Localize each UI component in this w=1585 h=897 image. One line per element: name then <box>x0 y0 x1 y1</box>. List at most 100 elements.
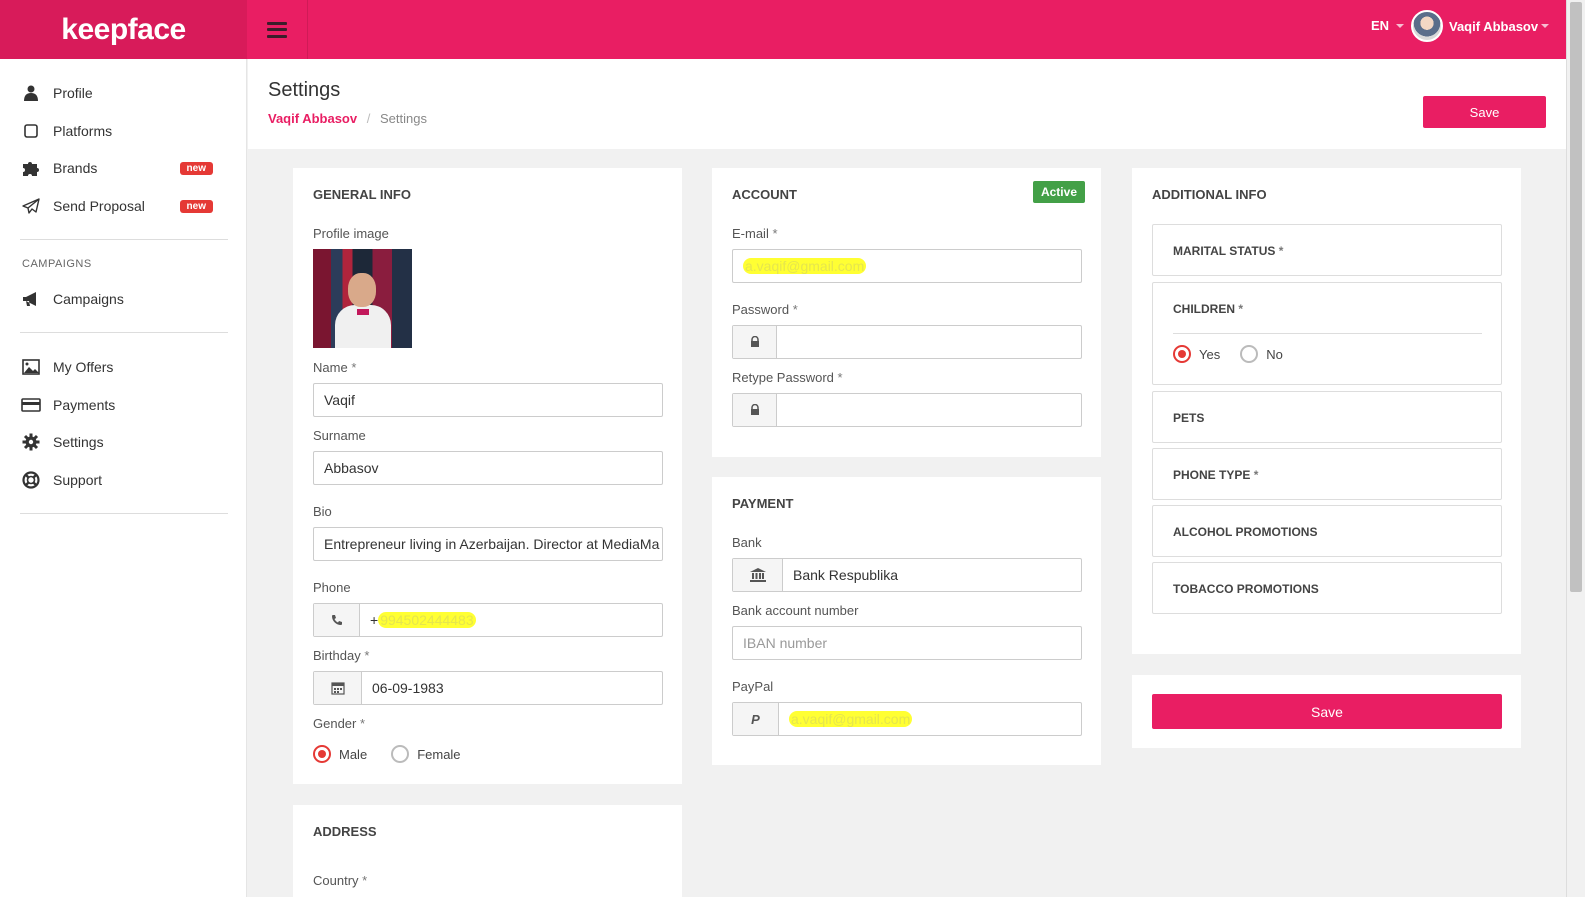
sidebar-item-campaigns[interactable]: Campaigns <box>21 287 216 311</box>
profile-image-label: Profile image <box>313 226 389 241</box>
password-input[interactable] <box>777 326 1081 358</box>
bank-account-label: Bank account number <box>732 603 859 618</box>
new-badge: new <box>179 199 213 213</box>
save-button-bottom[interactable]: Save <box>1152 694 1502 729</box>
additional-info-card: ADDITIONAL INFO MARITAL STATUS * CHILDRE… <box>1132 168 1521 654</box>
square-icon <box>21 121 41 141</box>
panel-title: PHONE TYPE * <box>1173 468 1259 482</box>
bank-field[interactable]: Bank Respublika <box>732 558 1082 592</box>
gender-radio-group: Male Female <box>313 745 461 763</box>
page-scrollbar[interactable] <box>1566 0 1585 897</box>
sidebar-item-platforms[interactable]: Platforms <box>21 119 216 143</box>
account-card: ACCOUNT Active E-mail * a.vaqif@gmail.co… <box>712 168 1101 457</box>
language-selector[interactable]: EN <box>1371 18 1405 33</box>
phone-value-redacted: 994502444483 <box>378 612 476 628</box>
surname-label: Surname <box>313 428 366 443</box>
panel-title: TOBACCO PROMOTIONS <box>1173 582 1319 596</box>
divider <box>1173 333 1482 334</box>
life-ring-icon <box>21 470 41 490</box>
page-title: Settings <box>268 79 341 101</box>
birthday-field[interactable]: 06-09-1983 <box>313 671 663 705</box>
sidebar-item-my-offers[interactable]: My Offers <box>21 355 216 379</box>
sidebar-item-label: Platforms <box>53 123 113 139</box>
sidebar-item-send-proposal[interactable]: Send Proposal new <box>21 194 216 218</box>
gender-male-radio[interactable] <box>313 745 331 763</box>
name-input[interactable]: Vaqif <box>313 383 663 417</box>
lock-icon <box>733 394 777 426</box>
calendar-icon <box>314 672 362 704</box>
divider <box>20 239 228 240</box>
phone-field[interactable]: +994502444483 <box>313 603 663 637</box>
hamburger-icon <box>267 21 287 38</box>
lock-icon <box>733 326 777 358</box>
address-card: ADDRESS Country * <box>293 805 682 897</box>
password-field[interactable] <box>732 325 1082 359</box>
scrollbar-thumb[interactable] <box>1570 2 1582 592</box>
panel-title: PETS <box>1173 411 1205 425</box>
phone-input[interactable]: +994502444483 <box>360 604 662 636</box>
sidebar-item-label: Send Proposal <box>53 198 145 214</box>
gender-female-radio[interactable] <box>391 745 410 763</box>
credit-card-icon <box>21 395 41 415</box>
card-title: ADDITIONAL INFO <box>1152 187 1267 202</box>
breadcrumb-user-link[interactable]: Vaqif Abbasov <box>268 111 357 126</box>
user-menu[interactable]: Vaqif Abbasov <box>1411 10 1550 42</box>
surname-input[interactable]: Abbasov <box>313 451 663 485</box>
divider <box>20 332 228 333</box>
gender-male-label: Male <box>339 746 368 762</box>
card-title: ADDRESS <box>313 824 377 839</box>
paypal-value-redacted: a.vaqif@gmail.com <box>789 711 913 727</box>
bank-label: Bank <box>732 535 762 550</box>
phone-type-panel[interactable]: PHONE TYPE * <box>1152 448 1502 500</box>
save-button[interactable]: Save <box>1423 96 1546 128</box>
password-label: Password * <box>732 302 798 317</box>
profile-image[interactable] <box>313 249 412 348</box>
breadcrumb: Vaqif Abbasov / Settings <box>268 111 427 126</box>
paypal-label: PayPal <box>732 679 774 694</box>
bio-label: Bio <box>313 504 332 519</box>
card-title: ACCOUNT <box>732 187 797 202</box>
avatar <box>1411 10 1443 42</box>
marital-status-panel[interactable]: MARITAL STATUS * <box>1152 224 1502 276</box>
email-input[interactable]: a.vaqif@gmail.com <box>732 249 1082 283</box>
gender-female-label: Female <box>417 746 461 762</box>
sidebar-item-profile[interactable]: Profile <box>21 81 216 105</box>
sidebar-item-settings[interactable]: Settings <box>21 430 216 454</box>
children-yes-radio[interactable] <box>1173 345 1191 363</box>
payment-card: PAYMENT Bank Bank Respublika Bank accoun… <box>712 477 1101 765</box>
name-label: Name * <box>313 360 357 375</box>
bank-input[interactable]: Bank Respublika <box>783 559 1081 591</box>
retype-password-field[interactable] <box>732 393 1082 427</box>
panel-title: CHILDREN * <box>1173 302 1244 316</box>
tobacco-promotions-panel[interactable]: TOBACCO PROMOTIONS <box>1152 562 1502 614</box>
phone-icon <box>314 604 360 636</box>
phone-label: Phone <box>313 580 351 595</box>
retype-password-input[interactable] <box>777 394 1081 426</box>
user-icon <box>21 83 41 103</box>
sidebar-item-label: Profile <box>53 85 93 101</box>
sidebar-item-label: Payments <box>53 397 116 413</box>
children-no-radio[interactable] <box>1240 345 1259 363</box>
sidebar-item-payments[interactable]: Payments <box>21 393 216 417</box>
menu-toggle-button[interactable] <box>247 0 308 59</box>
email-label: E-mail * <box>732 226 778 241</box>
children-radio-group: Yes No <box>1173 345 1283 363</box>
birthday-input[interactable]: 06-09-1983 <box>362 672 662 704</box>
save-card: Save <box>1132 675 1521 748</box>
email-value-redacted: a.vaqif@gmail.com <box>743 258 867 274</box>
top-bar: keepface EN Vaqif Abbasov <box>0 0 1566 59</box>
pets-panel[interactable]: PETS <box>1152 391 1502 443</box>
paper-plane-icon <box>21 196 41 216</box>
alcohol-promotions-panel[interactable]: ALCOHOL PROMOTIONS <box>1152 505 1502 557</box>
country-label: Country * <box>313 873 368 888</box>
paypal-input[interactable]: a.vaqif@gmail.com <box>779 703 1081 735</box>
bio-input[interactable]: Entrepreneur living in Azerbaijan. Direc… <box>313 527 663 561</box>
sidebar-item-brands[interactable]: Brands new <box>21 156 216 180</box>
iban-input[interactable]: IBAN number <box>732 626 1082 660</box>
panel-title: ALCOHOL PROMOTIONS <box>1173 525 1318 539</box>
paypal-field[interactable]: P a.vaqif@gmail.com <box>732 702 1082 736</box>
brand-logo[interactable]: keepface <box>0 0 247 59</box>
children-no-label: No <box>1266 346 1283 362</box>
sidebar-item-support[interactable]: Support <box>21 468 216 492</box>
sidebar-item-label: Brands <box>53 160 98 176</box>
